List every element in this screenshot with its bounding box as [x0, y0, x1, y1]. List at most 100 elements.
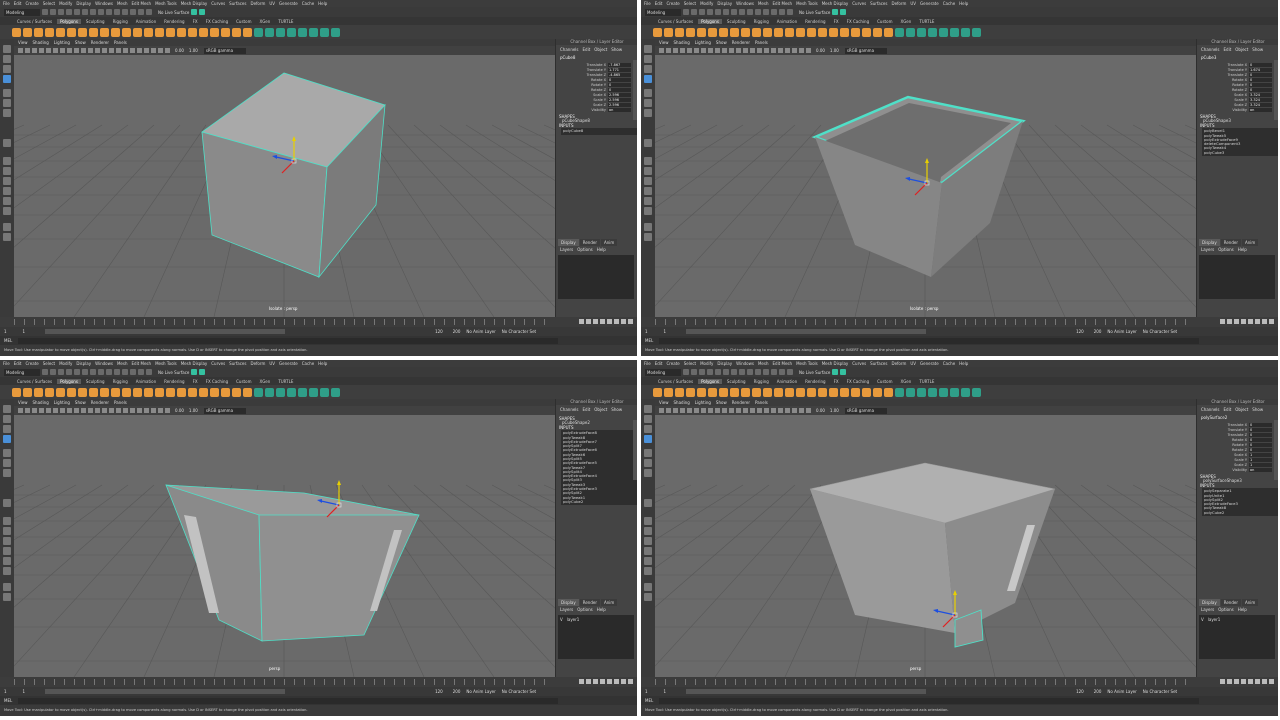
- playback-button[interactable]: [1234, 319, 1239, 324]
- attribute-row[interactable]: Scale Y 3.324: [1213, 97, 1278, 102]
- status-tool-icon[interactable]: [98, 369, 104, 375]
- shelf-tab[interactable]: Rendering: [802, 19, 828, 24]
- tool-icon[interactable]: [644, 415, 652, 423]
- layer-menu-item[interactable]: Help: [597, 607, 606, 612]
- shelf-tool-icon[interactable]: [961, 27, 970, 37]
- shelf-tool-icon[interactable]: [23, 27, 32, 37]
- layer-visibility-toggle[interactable]: V: [1201, 617, 1204, 622]
- shelf-tool-icon[interactable]: [752, 387, 761, 397]
- shelf-tool-icon[interactable]: [807, 387, 816, 397]
- viewport-toggle-icon[interactable]: [88, 48, 93, 53]
- attribute-value[interactable]: 0: [1249, 447, 1272, 452]
- workspace-mode-select[interactable]: Modeling: [645, 8, 681, 16]
- shelf-tool-icon[interactable]: [873, 27, 882, 37]
- shelf-tool-icon[interactable]: [972, 387, 981, 397]
- playback-button[interactable]: [621, 679, 626, 684]
- shelf-tool-icon[interactable]: [188, 27, 197, 37]
- input-node[interactable]: polyCube2: [1204, 510, 1278, 515]
- shelf-tool-icon[interactable]: [210, 387, 219, 397]
- shelf-tool-icon[interactable]: [320, 27, 329, 37]
- render-settings-icon[interactable]: [199, 9, 206, 15]
- shelf-tool-icon[interactable]: [840, 27, 849, 37]
- playback-button[interactable]: [607, 319, 612, 324]
- shelf-tool-icon[interactable]: [177, 387, 186, 397]
- viewport-menu-item[interactable]: Renderer: [732, 40, 750, 45]
- layer-tab[interactable]: Display: [1199, 239, 1220, 246]
- viewport-menu-item[interactable]: Lighting: [695, 400, 711, 405]
- tool-icon[interactable]: [3, 55, 11, 63]
- viewport-toggle-icon[interactable]: [764, 48, 769, 53]
- attribute-value[interactable]: 0: [1249, 77, 1272, 82]
- shelf-tab[interactable]: Animation: [133, 379, 159, 384]
- layer-menu-item[interactable]: Layers: [1201, 247, 1214, 252]
- shelf-tab[interactable]: Rendering: [802, 379, 828, 384]
- shelf-tool-icon[interactable]: [862, 27, 871, 37]
- menu-item[interactable]: Create: [25, 1, 38, 6]
- tool-icon[interactable]: [3, 537, 11, 545]
- attribute-row[interactable]: Scale Y 2.596: [572, 97, 637, 102]
- tool-icon[interactable]: [644, 583, 652, 591]
- playback-button[interactable]: [1269, 679, 1274, 684]
- side-panel-tab[interactable]: [1274, 60, 1278, 120]
- viewport-toggle-icon[interactable]: [60, 408, 65, 413]
- tool-icon[interactable]: [3, 583, 11, 591]
- shelf-tab[interactable]: Rendering: [161, 19, 187, 24]
- status-tool-icon[interactable]: [146, 369, 152, 375]
- shelf-tab[interactable]: XGen: [897, 379, 914, 384]
- viewport-toggle-icon[interactable]: [116, 48, 121, 53]
- status-tool-icon[interactable]: [74, 369, 80, 375]
- menu-item[interactable]: Mesh Display: [822, 361, 849, 366]
- menu-item[interactable]: Deform: [250, 1, 265, 6]
- anim-layer-select[interactable]: No Anim Layer: [466, 689, 495, 694]
- viewport-menu-item[interactable]: Renderer: [91, 40, 109, 45]
- menu-item[interactable]: Edit: [14, 361, 22, 366]
- layer-name[interactable]: layer1: [567, 617, 580, 622]
- viewport-toggle-icon[interactable]: [708, 408, 713, 413]
- viewport-toggle-icon[interactable]: [764, 408, 769, 413]
- anim-layer-select[interactable]: No Anim Layer: [466, 329, 495, 334]
- status-tool-icon[interactable]: [58, 9, 64, 15]
- status-tool-icon[interactable]: [691, 9, 697, 15]
- shelf-tool-icon[interactable]: [708, 27, 717, 37]
- mel-label[interactable]: MEL: [645, 338, 653, 343]
- attribute-row[interactable]: Translate Y 1.771: [572, 67, 637, 72]
- channel-menu-item[interactable]: Object: [1235, 407, 1248, 412]
- layer-tab[interactable]: Anim: [1242, 599, 1259, 606]
- shelf-tool-icon[interactable]: [972, 27, 981, 37]
- shelf-tool-icon[interactable]: [763, 387, 772, 397]
- tool-icon[interactable]: [644, 197, 652, 205]
- layer-tab[interactable]: Display: [1199, 599, 1220, 606]
- range-start[interactable]: 1: [645, 689, 648, 694]
- attribute-value[interactable]: 1: [1249, 462, 1272, 467]
- menu-item[interactable]: Cache: [302, 1, 314, 6]
- menu-item[interactable]: Help: [318, 361, 327, 366]
- viewport-toggle-icon[interactable]: [32, 48, 37, 53]
- viewport-toggle-icon[interactable]: [799, 48, 804, 53]
- tool-icon[interactable]: [644, 99, 652, 107]
- shelf-tool-icon[interactable]: [166, 27, 175, 37]
- playback-button[interactable]: [579, 319, 584, 324]
- viewport-toggle-icon[interactable]: [736, 408, 741, 413]
- tool-icon[interactable]: [644, 459, 652, 467]
- time-slider[interactable]: [0, 317, 637, 327]
- shelf-tool-icon[interactable]: [67, 27, 76, 37]
- layer-menu-item[interactable]: Options: [577, 247, 592, 252]
- status-tool-icon[interactable]: [779, 9, 785, 15]
- viewport-toggle-icon[interactable]: [144, 48, 149, 53]
- menu-item[interactable]: Windows: [736, 361, 754, 366]
- status-tool-icon[interactable]: [50, 369, 56, 375]
- status-tool-icon[interactable]: [787, 369, 793, 375]
- tool-icon[interactable]: [644, 109, 652, 117]
- viewport-toggle-icon[interactable]: [53, 48, 58, 53]
- playback-button[interactable]: [579, 679, 584, 684]
- viewport-toggle-icon[interactable]: [81, 408, 86, 413]
- tool-icon[interactable]: [3, 459, 11, 467]
- status-tool-icon[interactable]: [715, 9, 721, 15]
- gamma-value[interactable]: 1.00: [830, 408, 839, 413]
- viewport-toggle-icon[interactable]: [74, 408, 79, 413]
- range-start[interactable]: 1: [4, 329, 7, 334]
- viewport-menu-item[interactable]: View: [659, 400, 669, 405]
- range-start[interactable]: 1: [645, 329, 648, 334]
- viewport-toggle-icon[interactable]: [757, 48, 762, 53]
- shelf-tool-icon[interactable]: [906, 27, 915, 37]
